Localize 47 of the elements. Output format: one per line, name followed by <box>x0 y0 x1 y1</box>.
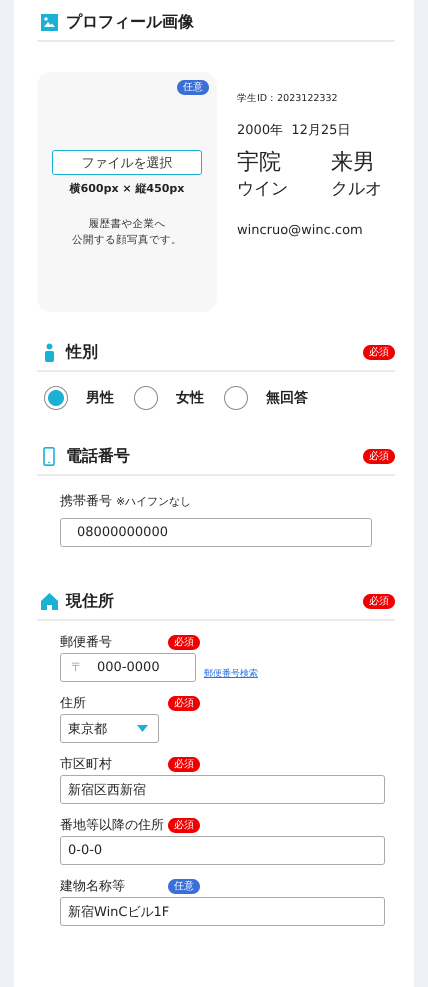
photo-description: 履歴書や企業へ 公開する顔写真です。 <box>72 217 182 248</box>
field-label: 建物名称等 <box>60 878 126 895</box>
caret-icon <box>137 725 148 732</box>
radio-option[interactable]: 女性 <box>134 386 204 410</box>
radio-button[interactable] <box>224 386 248 410</box>
radio-button[interactable] <box>44 386 68 410</box>
field-label: 住所 <box>60 695 87 712</box>
required-badge: 必須 <box>363 449 395 464</box>
smartphone-icon <box>41 447 58 466</box>
section-title: 現住所 <box>66 591 115 612</box>
image-icon <box>41 14 58 31</box>
optional-badge: 任意 <box>168 878 200 894</box>
first-name-kana: クルオ <box>331 178 382 201</box>
phone-field[interactable]: 08000000000 <box>60 518 372 547</box>
radio-option[interactable]: 男性 <box>44 386 114 410</box>
optional-badge: 任意 <box>177 80 209 95</box>
input-field[interactable]: 新宿区西新宿 <box>60 775 385 804</box>
required-badge: 必須 <box>168 756 200 772</box>
input-field[interactable]: 0-0-0 <box>60 836 385 865</box>
student-id: 学生ID：2023122332 <box>237 92 339 105</box>
required-badge: 必須 <box>168 634 200 650</box>
section-title: 性別 <box>66 342 99 363</box>
field-note: ※ハイフンなし <box>116 494 192 509</box>
required-badge: 必須 <box>363 594 395 609</box>
field-label: 番地等以降の住所 <box>60 817 165 834</box>
field-label: 携帯番号 <box>60 493 112 510</box>
radio-option[interactable]: 無回答 <box>224 386 308 410</box>
prefecture-dropdown[interactable]: 東京都 <box>60 714 159 743</box>
email: wincruo@winc.com <box>237 223 364 238</box>
home-icon <box>41 593 58 610</box>
birthday: 2000年 12月25日 <box>237 122 352 139</box>
last-name: 宇院 <box>237 149 282 177</box>
postal-search-link[interactable]: 郵便番号検索 <box>204 667 258 682</box>
postal-code-field[interactable]: 〒 000-0000 <box>60 653 196 682</box>
size-note: 横600px × 縦450px <box>70 181 184 196</box>
choose-file-button[interactable]: ファイルを選択 <box>52 150 202 175</box>
last-name-kana: ウイン <box>237 178 289 201</box>
required-badge: 必須 <box>168 818 200 832</box>
field-label: 郵便番号 <box>60 634 113 651</box>
section-title: 電話番号 <box>66 446 131 467</box>
field-label: 市区町村 <box>60 756 113 773</box>
section-title: プロフィール画像 <box>66 12 195 33</box>
input-field[interactable]: 新宿WinCビル1F <box>60 897 385 926</box>
required-badge: 必須 <box>168 696 200 710</box>
radio-button[interactable] <box>134 386 158 410</box>
first-name: 来男 <box>331 149 376 177</box>
required-badge: 必須 <box>363 345 395 360</box>
